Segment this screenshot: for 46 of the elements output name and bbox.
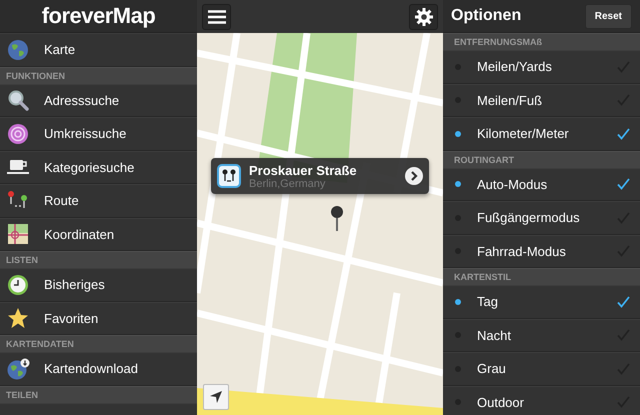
star-icon	[7, 307, 29, 330]
menu-icon	[208, 10, 226, 24]
radar-icon	[7, 122, 29, 145]
chevron-right-icon[interactable]	[405, 167, 423, 185]
callout-subtitle: Berlin,Germany	[249, 178, 326, 190]
callout-title: Proskauer Straße	[249, 162, 358, 178]
clock-icon	[7, 274, 29, 296]
navigation-arrow-icon	[209, 390, 223, 404]
settings-button[interactable]	[409, 4, 438, 30]
option-item[interactable]: Meilen/Yards	[443, 50, 640, 84]
option-item[interactable]: Tag	[443, 285, 640, 318]
option-item[interactable]: Outdoor	[443, 386, 640, 415]
checkmark-icon	[617, 178, 630, 190]
menu-item[interactable]: Umkreissuche	[0, 117, 197, 150]
globe-icon	[7, 38, 29, 61]
panel-title: Optionen	[451, 7, 522, 25]
option-item[interactable]: Fußgängermodus	[443, 201, 640, 234]
cup-icon	[6, 158, 30, 176]
section-header: LISTEN	[0, 251, 197, 268]
locate-button[interactable]	[203, 384, 229, 410]
menu-item[interactable]: Adresssuche	[0, 84, 197, 117]
location-callout[interactable]: Proskauer Straße Berlin,Germany	[211, 158, 429, 194]
checkmark-icon	[617, 296, 630, 308]
option-item[interactable]: Grau	[443, 352, 640, 386]
section-header: KARTENSTIL	[443, 268, 640, 285]
magnifier-icon	[7, 89, 29, 112]
section-header: ENTFERNUNGSMAß	[443, 33, 640, 50]
option-item[interactable]: Auto-Modus	[443, 168, 640, 201]
checkmark-icon	[617, 128, 630, 140]
section-header: KARTENDATEN	[0, 335, 197, 352]
menu-button[interactable]	[202, 4, 231, 30]
menu-item[interactable]: Route	[0, 184, 197, 218]
globe-download-icon	[6, 358, 30, 380]
menu-item[interactable]: Kategoriesuche	[0, 150, 197, 184]
section-header: ROUTINGART	[443, 150, 640, 168]
route-pins-icon	[217, 164, 241, 188]
reset-button[interactable]: Reset	[584, 4, 632, 28]
option-item[interactable]: Nacht	[443, 318, 640, 352]
app-logo: foreverMap	[42, 3, 156, 29]
map-grid-icon	[7, 223, 29, 246]
option-item[interactable]: Meilen/Fuß	[443, 84, 640, 117]
section-header: TEILEN	[0, 386, 197, 402]
settings-icon	[414, 8, 432, 26]
menu-item[interactable]: Bisheriges	[0, 268, 197, 302]
section-header: FUNKTIONEN	[0, 66, 197, 84]
map-pin-icon	[330, 205, 344, 231]
